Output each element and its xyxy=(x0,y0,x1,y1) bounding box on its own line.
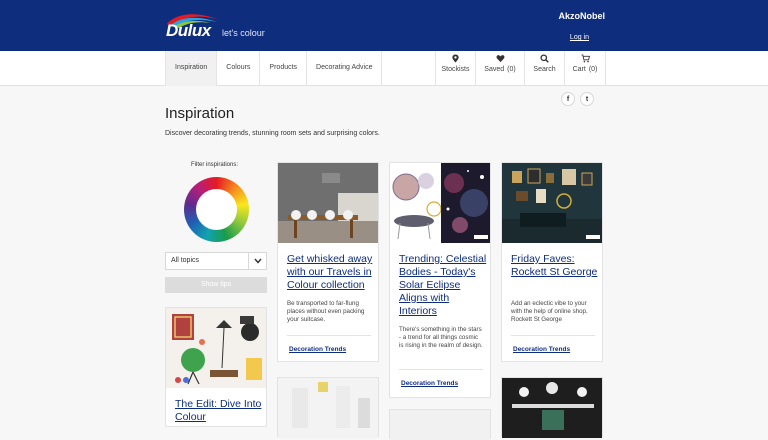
inspiration-card[interactable]: Friday Faves: Rockett St George Add an e… xyxy=(501,162,603,362)
brand-name: Dulux xyxy=(166,21,211,40)
card-title[interactable]: Trending: Celestial Bodies - Today's Sol… xyxy=(399,253,487,318)
cart-label: Cart xyxy=(572,66,586,73)
twitter-icon: t xyxy=(585,95,589,103)
card-title[interactable]: The Edit: Dive Into Colour xyxy=(175,398,265,424)
main-nav: Inspiration Colours Products Decorating … xyxy=(0,51,768,86)
card-image xyxy=(278,378,378,438)
stockists-label: Stockists xyxy=(441,66,470,73)
stockists-button[interactable]: Stockists xyxy=(436,51,476,86)
chevron-down-icon xyxy=(248,253,266,269)
card-image xyxy=(390,163,490,243)
colour-wheel-filter[interactable] xyxy=(184,177,249,242)
card-image xyxy=(278,163,378,243)
card-image xyxy=(502,163,602,243)
card-image xyxy=(390,410,490,440)
akzonobel-logo: AkzoNobel xyxy=(558,11,605,21)
topic-select-value: All topics xyxy=(171,257,200,264)
inspiration-card[interactable]: The Edit: Dive Into Colour xyxy=(165,307,267,427)
brand-tagline: let's colour xyxy=(222,28,265,38)
search-icon xyxy=(540,54,549,63)
card-title[interactable]: Friday Faves: Rockett St George xyxy=(511,253,599,279)
show-tips-button[interactable]: Show tips xyxy=(165,277,267,293)
card-divider xyxy=(511,335,595,336)
card-divider xyxy=(399,369,483,370)
nav-item-inspiration[interactable]: Inspiration xyxy=(166,51,218,86)
saved-button[interactable]: Saved (0) xyxy=(476,51,525,86)
cart-button[interactable]: Cart (0) xyxy=(565,51,606,86)
topic-select[interactable]: All topics xyxy=(165,252,267,270)
inspiration-card[interactable] xyxy=(501,377,603,438)
page-intro: Discover decorating trends, stunning roo… xyxy=(165,130,380,137)
facebook-icon: f xyxy=(566,95,570,103)
card-divider xyxy=(287,335,371,336)
top-bar: Dulux let's colour AkzoNobel Log in xyxy=(0,0,768,51)
inspiration-card[interactable]: Trending: Celestial Bodies - Today's Sol… xyxy=(389,162,491,398)
login-link[interactable]: Log in xyxy=(570,34,589,41)
page-title: Inspiration xyxy=(165,105,235,122)
nav-item-products[interactable]: Products xyxy=(260,51,308,86)
facebook-share-button[interactable]: f xyxy=(561,92,575,106)
card-description: There's something in the stars - a trend… xyxy=(399,326,483,349)
card-image xyxy=(166,308,266,388)
nav-item-colours[interactable]: Colours xyxy=(217,51,261,86)
inspiration-card[interactable] xyxy=(277,377,379,438)
twitter-share-button[interactable]: t xyxy=(580,92,594,106)
card-image xyxy=(502,378,602,438)
cart-icon xyxy=(580,54,590,63)
dulux-logo[interactable]: Dulux let's colour xyxy=(165,12,275,40)
card-title[interactable]: Get whisked away with our Travels in Col… xyxy=(287,253,375,292)
saved-label: Saved xyxy=(484,66,505,73)
nav-item-decorating-advice[interactable]: Decorating Advice xyxy=(307,51,383,86)
primary-nav: Inspiration Colours Products Decorating … xyxy=(165,51,383,86)
search-label: Search xyxy=(533,66,556,73)
search-button[interactable]: Search xyxy=(525,51,565,86)
card-description: Add an eclectic vibe to your with the he… xyxy=(511,300,588,323)
saved-count: (0) xyxy=(507,66,516,73)
inspiration-card[interactable]: Get whisked away with our Travels in Col… xyxy=(277,162,379,362)
card-category-link[interactable]: Decoration Trends xyxy=(513,346,570,353)
inspiration-card[interactable] xyxy=(389,409,491,440)
map-pin-icon xyxy=(452,54,459,63)
card-category-link[interactable]: Decoration Trends xyxy=(401,380,458,387)
filter-label: Filter inspirations: xyxy=(191,162,239,168)
card-description: Be transported to far-flung places witho… xyxy=(287,300,365,323)
heart-icon xyxy=(496,55,504,63)
utility-nav: Stockists Saved (0) Search Cart (0) xyxy=(435,51,606,86)
cart-count: (0) xyxy=(588,66,598,73)
card-category-link[interactable]: Decoration Trends xyxy=(289,346,346,353)
